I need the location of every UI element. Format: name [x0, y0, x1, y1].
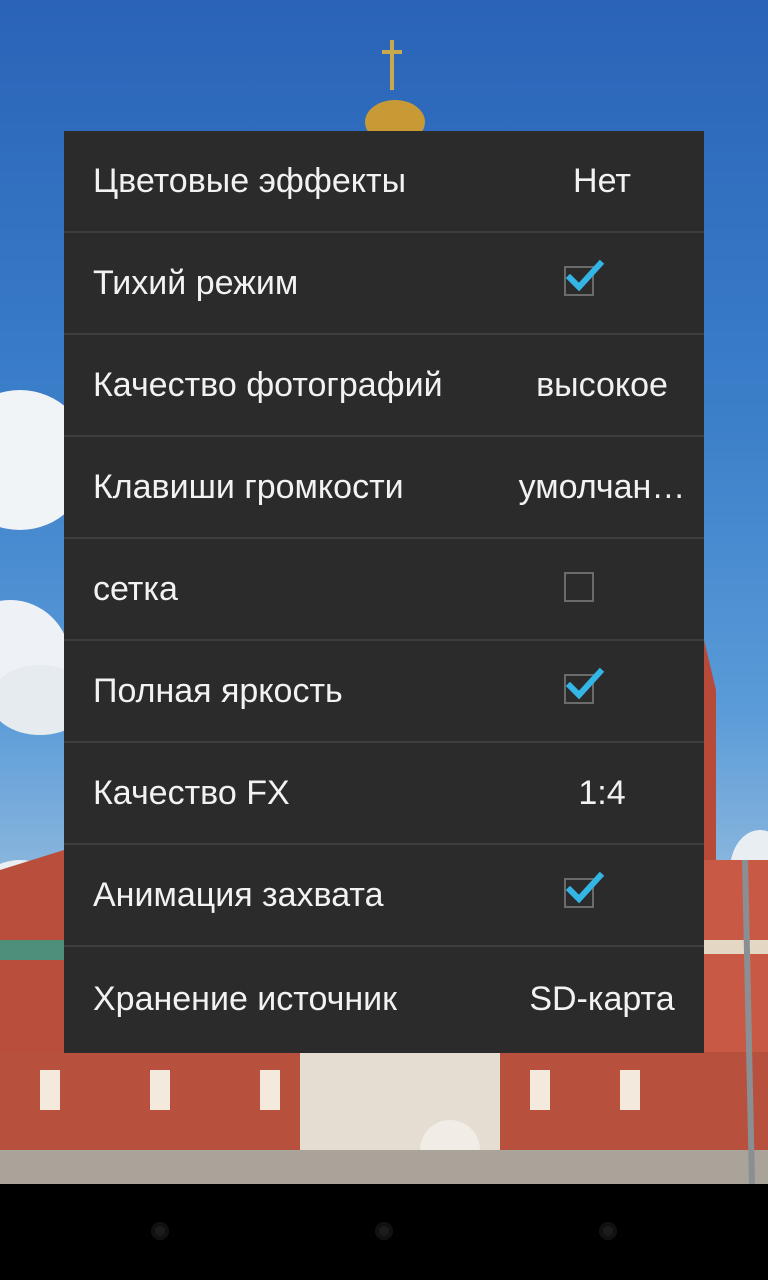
- setting-value: Нет: [573, 161, 631, 200]
- setting-label: Цветовые эффекты: [93, 161, 407, 200]
- setting-label: Тихий режим: [93, 263, 299, 302]
- setting-value: высокое: [536, 365, 668, 404]
- setting-value: 1:4: [578, 773, 626, 812]
- back-button[interactable]: [151, 1222, 169, 1240]
- settings-row[interactable]: Анимация захвата: [64, 845, 704, 947]
- settings-row[interactable]: Качество FX 1:4: [64, 743, 704, 845]
- settings-row[interactable]: Клавиши громкости умолчан…: [64, 437, 704, 539]
- settings-row[interactable]: Качество фотографий высокое: [64, 335, 704, 437]
- setting-value: SD-карта: [529, 979, 675, 1018]
- setting-checkbox[interactable]: [564, 871, 605, 908]
- setting-checkbox[interactable]: [564, 259, 605, 296]
- setting-label: Анимация захвата: [93, 875, 384, 914]
- setting-label: Клавиши громкости: [93, 467, 404, 506]
- setting-label: Качество фотографий: [93, 365, 443, 404]
- checkmark-icon: [565, 667, 605, 700]
- settings-row[interactable]: Тихий режим: [64, 233, 704, 335]
- checkmark-icon: [565, 259, 605, 292]
- settings-popup: Цветовые эффекты Нет Тихий режим Качество ф…: [64, 131, 704, 1053]
- setting-value: умолчан…: [518, 467, 686, 506]
- settings-row[interactable]: Цветовые эффекты Нет: [64, 131, 704, 233]
- navigation-bar: [0, 1184, 768, 1280]
- settings-row[interactable]: сетка: [64, 539, 704, 641]
- setting-checkbox[interactable]: [564, 572, 594, 602]
- home-button[interactable]: [375, 1222, 393, 1240]
- settings-row[interactable]: Полная яркость: [64, 641, 704, 743]
- setting-checkbox[interactable]: [564, 667, 605, 704]
- setting-label: сетка: [93, 569, 178, 608]
- setting-label: Качество FX: [93, 773, 290, 812]
- checkmark-icon: [565, 871, 605, 904]
- settings-row[interactable]: Хранение источник SD-карта: [64, 947, 704, 1051]
- setting-label: Полная яркость: [93, 671, 343, 710]
- setting-label: Хранение источник: [93, 979, 398, 1018]
- recents-button[interactable]: [599, 1222, 617, 1240]
